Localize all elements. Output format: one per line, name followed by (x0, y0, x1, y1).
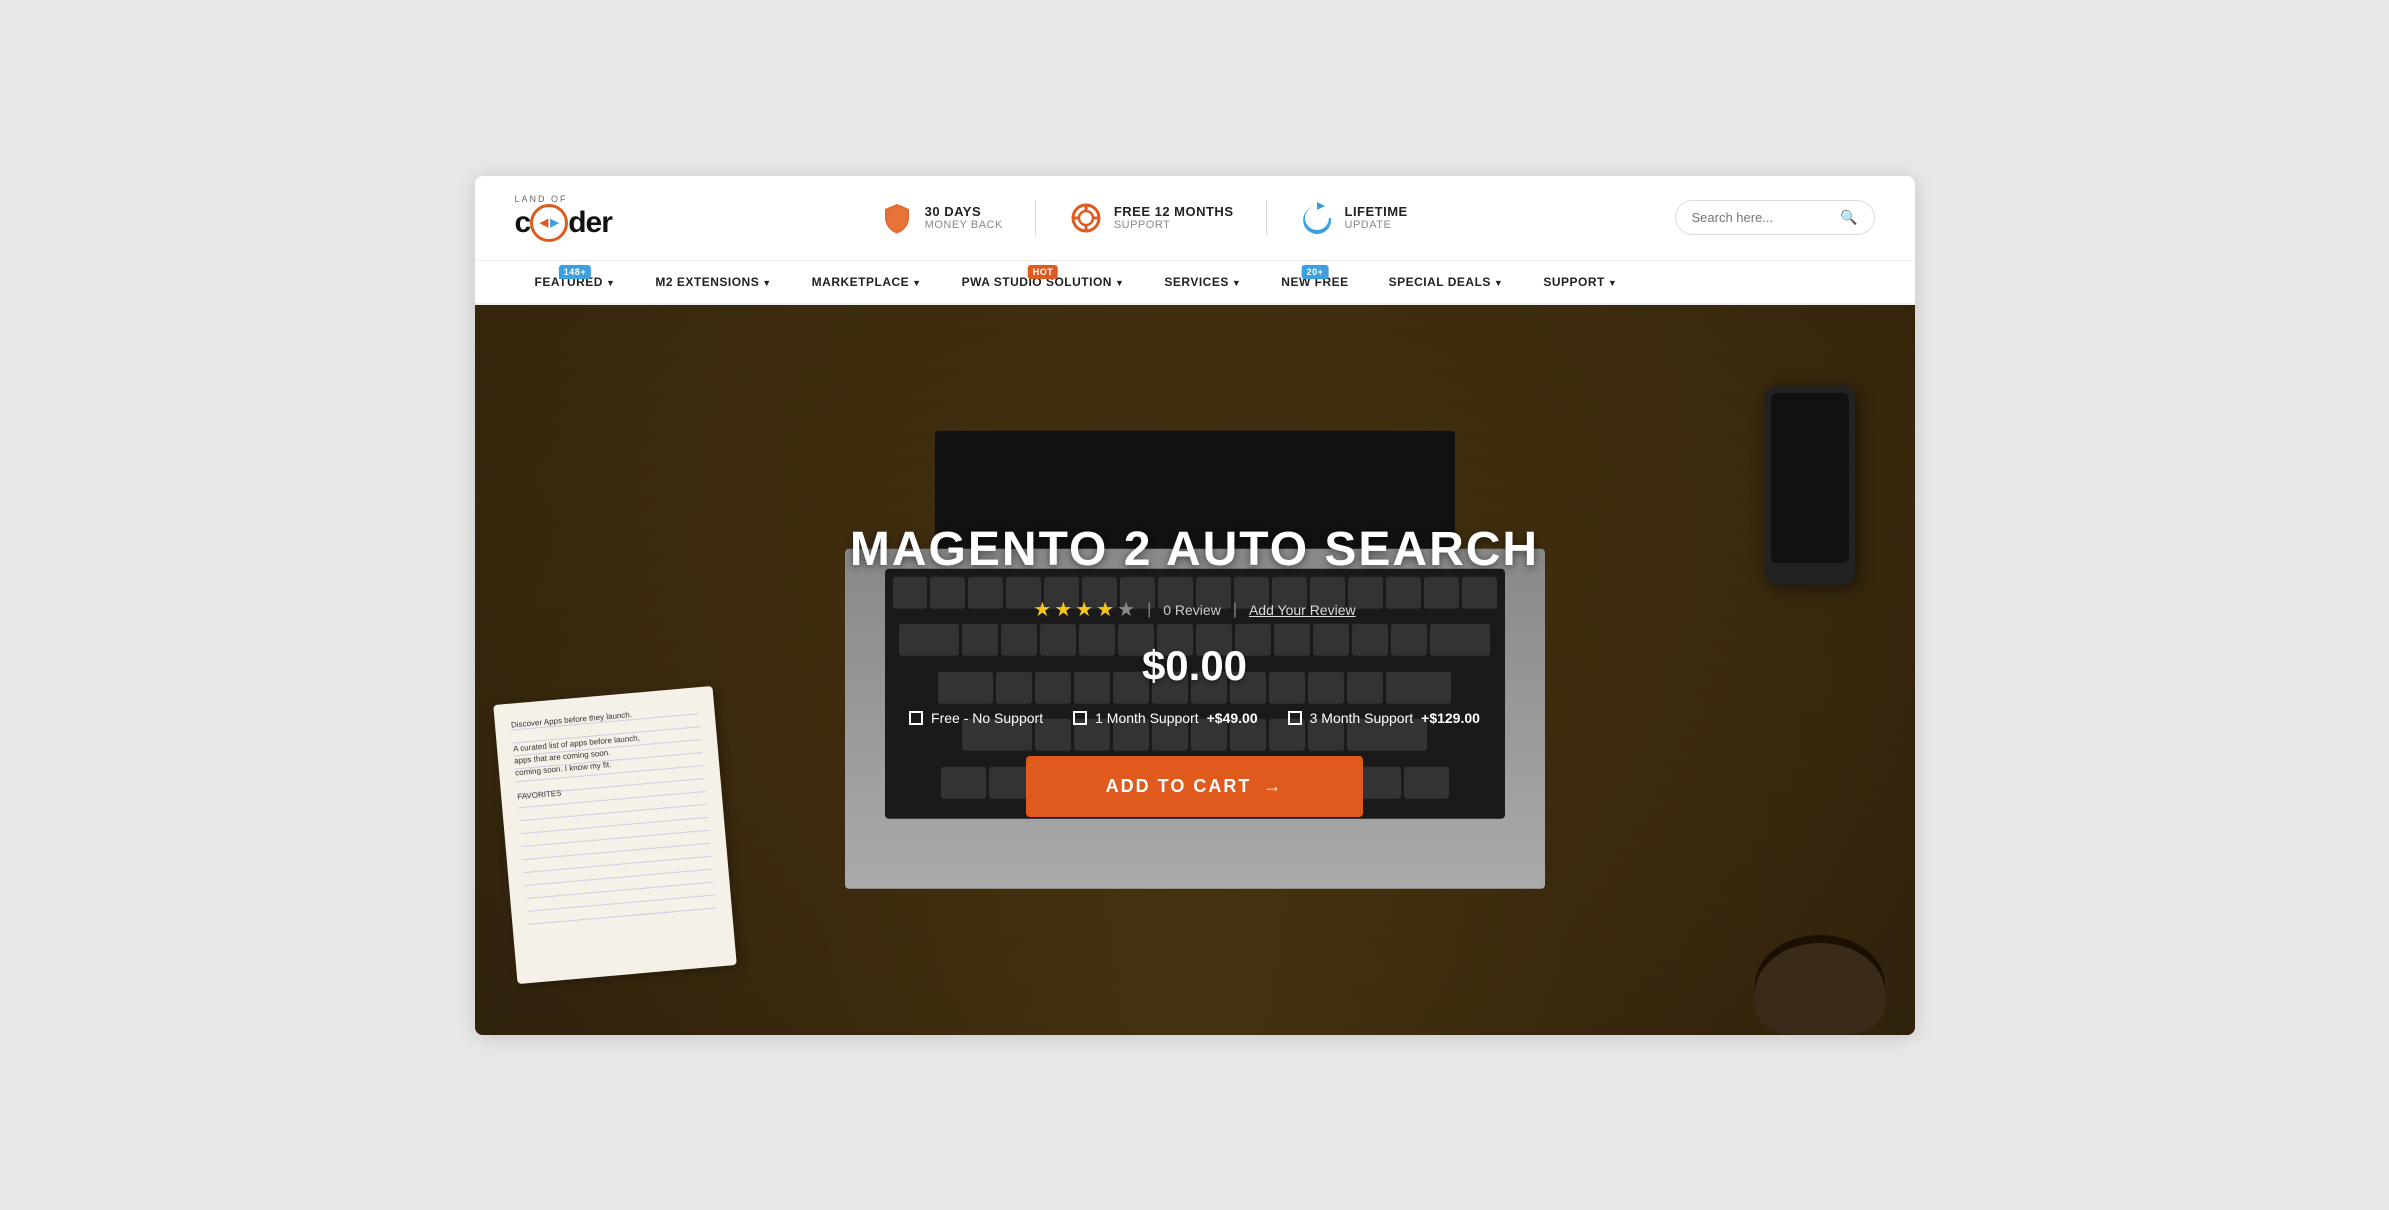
option-free-checkbox[interactable] (909, 711, 923, 725)
hero-section: Discover Apps before they launch. A cura… (475, 305, 1915, 1035)
chevron-down-icon: ▼ (606, 278, 615, 288)
notebook-decoration: Discover Apps before they launch. A cura… (493, 685, 737, 983)
search-input[interactable] (1692, 210, 1833, 225)
nav-item-featured[interactable]: 148+ FEATURED▼ (515, 261, 636, 303)
chevron-down-icon: ▼ (1494, 278, 1503, 288)
nav-item-new-free[interactable]: 20+ NEW FREE (1261, 261, 1368, 303)
arrow-left-icon: ◀ (540, 216, 548, 229)
stars-row: ★ ★ ★ ★ ★ | 0 Review | Add Your Review (850, 597, 1539, 622)
stars-rating: ★ ★ ★ ★ ★ (1033, 597, 1135, 622)
hero-content: MAGENTO 2 AUTO SEARCH ★ ★ ★ ★ ★ | 0 Revi… (830, 502, 1559, 837)
lifebuoy-icon (1068, 200, 1104, 236)
hero-title: MAGENTO 2 AUTO SEARCH (850, 522, 1539, 577)
lifetime-badge: LIFETIME UPDATE (1299, 200, 1408, 236)
review-count: 0 Review (1163, 602, 1221, 618)
lifetime-text: LIFETIME UPDATE (1345, 204, 1408, 231)
add-review-link[interactable]: Add Your Review (1249, 602, 1356, 618)
chevron-down-icon: ▼ (912, 278, 921, 288)
star-1: ★ (1033, 597, 1051, 622)
page-wrapper: LAND OF c ◀ ▶ der (475, 176, 1915, 1035)
nav-badge-new-free: 20+ (1302, 265, 1329, 279)
option-3month-label: 3 Month Support (1310, 710, 1414, 726)
add-to-cart-arrow: → (1263, 776, 1283, 797)
option-1month[interactable]: 1 Month Support +$49.00 (1073, 710, 1258, 726)
logo-icon-circle: ◀ ▶ (530, 204, 568, 242)
add-to-cart-button[interactable]: ADD TO CART → (1026, 756, 1364, 817)
star-3: ★ (1075, 597, 1093, 622)
chevron-down-icon: ▼ (1115, 278, 1124, 288)
chevron-down-icon: ▼ (762, 278, 771, 288)
money-back-badge: 30 DAYS MONEY BACK (879, 200, 1036, 236)
option-free[interactable]: Free - No Support (909, 710, 1043, 726)
main-nav: 148+ FEATURED▼ M2 EXTENSIONS▼ MARKETPLAC… (475, 261, 1915, 305)
shield-icon (879, 200, 915, 236)
nav-item-pwa[interactable]: HOT PWA STUDIO SOLUTION▼ (942, 261, 1145, 303)
search-icon[interactable]: 🔍 (1840, 209, 1857, 226)
star-5: ★ (1117, 597, 1135, 622)
add-to-cart-label: ADD TO CART (1106, 776, 1252, 797)
star-4: ★ (1096, 597, 1114, 622)
refresh-icon (1299, 200, 1335, 236)
star-2: ★ (1054, 597, 1072, 622)
product-price: $0.00 (850, 642, 1539, 690)
arrow-right-icon: ▶ (550, 216, 558, 229)
option-3month[interactable]: 3 Month Support +$129.00 (1288, 710, 1480, 726)
support-text: FREE 12 MONTHS SUPPORT (1114, 204, 1234, 231)
search-box[interactable]: 🔍 (1675, 200, 1875, 235)
support-options: Free - No Support 1 Month Support +$49.0… (850, 710, 1539, 726)
nav-badge-featured: 148+ (559, 265, 591, 279)
header: LAND OF c ◀ ▶ der (475, 176, 1915, 261)
option-1month-price: +$49.00 (1207, 710, 1258, 726)
coffee-cup-decoration (1755, 935, 1885, 1035)
logo[interactable]: LAND OF c ◀ ▶ der (515, 194, 612, 242)
phone-screen (1771, 393, 1849, 563)
nav-item-marketplace[interactable]: MARKETPLACE▼ (792, 261, 942, 303)
money-back-text: 30 DAYS MONEY BACK (925, 204, 1003, 231)
option-1month-checkbox[interactable] (1073, 711, 1087, 725)
option-1month-label: 1 Month Support (1095, 710, 1199, 726)
option-3month-checkbox[interactable] (1288, 711, 1302, 725)
phone-decoration (1765, 385, 1855, 585)
nav-item-services[interactable]: SERVICES▼ (1144, 261, 1261, 303)
nav-item-special-deals[interactable]: SPECIAL DEALS▼ (1369, 261, 1524, 303)
nav-badge-pwa: HOT (1028, 265, 1059, 279)
option-3month-price: +$129.00 (1421, 710, 1480, 726)
chevron-down-icon: ▼ (1232, 278, 1241, 288)
logo-land-of: LAND OF (515, 194, 568, 204)
chevron-down-icon: ▼ (1608, 278, 1617, 288)
nav-item-support[interactable]: SUPPORT▼ (1523, 261, 1637, 303)
logo-der: der (568, 206, 612, 240)
option-free-label: Free - No Support (931, 710, 1043, 726)
header-badges: 30 DAYS MONEY BACK FREE (612, 200, 1675, 236)
logo-c: c (515, 206, 531, 240)
nav-item-m2[interactable]: M2 EXTENSIONS▼ (635, 261, 791, 303)
support-badge: FREE 12 MONTHS SUPPORT (1068, 200, 1267, 236)
